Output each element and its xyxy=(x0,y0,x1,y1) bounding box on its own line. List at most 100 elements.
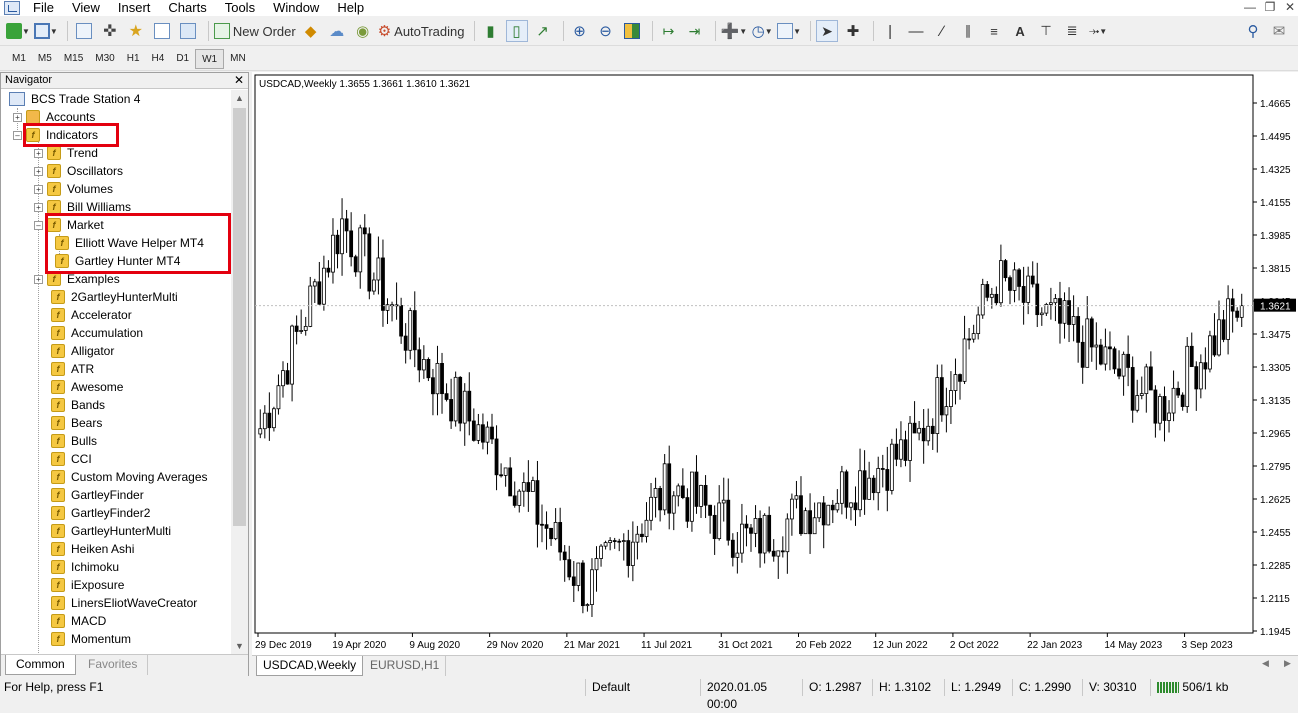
templates-icon[interactable]: ▼ xyxy=(777,20,801,42)
tree-indicator-item[interactable]: f GartleyHunterMulti xyxy=(51,522,171,540)
navigator-scrollbar[interactable]: ▲ ▼ xyxy=(231,90,248,654)
metaeditor-icon[interactable]: ◆ xyxy=(300,20,322,42)
tile-windows-icon[interactable] xyxy=(621,20,643,42)
new-chart-button[interactable]: ▼ xyxy=(6,20,30,42)
crosshair-icon[interactable]: ✚ xyxy=(842,20,864,42)
timeframe-m1[interactable]: M1 xyxy=(6,49,32,69)
menu-help[interactable]: Help xyxy=(330,1,375,15)
autotrading-button[interactable]: ⚙ AutoTrading xyxy=(378,20,465,42)
tab-common[interactable]: Common xyxy=(5,655,76,675)
tree-folder-1[interactable]: + f Oscillators xyxy=(34,162,123,180)
tabs-scroll-right-icon[interactable]: ▶ xyxy=(1284,658,1291,669)
cursor-icon[interactable]: ➤ xyxy=(816,20,839,42)
chart-shift-icon[interactable]: ↦ xyxy=(658,20,680,42)
zoom-in-icon[interactable]: ⊕ xyxy=(569,20,591,42)
fibonacci-icon[interactable]: ≡ xyxy=(983,20,1005,42)
tree-indicator-item[interactable]: f LinersEliotWaveCreator xyxy=(51,594,197,612)
tree-indicator-item[interactable]: f Custom Moving Averages xyxy=(51,468,208,486)
menu-view[interactable]: View xyxy=(65,1,111,15)
tree-indicator-item[interactable]: f GartleyFinder xyxy=(51,486,144,504)
menu-charts[interactable]: Charts xyxy=(161,1,217,15)
equidistant-channel-icon[interactable]: ∥ xyxy=(957,20,979,42)
tree-indicator-item[interactable]: f Bands xyxy=(51,396,105,414)
timeframe-h4[interactable]: H4 xyxy=(146,49,171,69)
market-icon[interactable]: ◉ xyxy=(352,20,374,42)
tree-indicator-item[interactable]: f Accelerator xyxy=(51,306,132,324)
text-icon[interactable]: A xyxy=(1009,20,1031,42)
fibo-fan-icon[interactable]: ≣ xyxy=(1061,20,1083,42)
tree-indicator-item[interactable]: f Heiken Ashi xyxy=(51,540,134,558)
profiles-button[interactable]: ▼ xyxy=(33,20,58,42)
tree-indicator-item[interactable]: f ATR xyxy=(51,360,94,378)
tree-indicator-item[interactable]: f Ichimoku xyxy=(51,558,119,576)
tree-folder-2[interactable]: + f Volumes xyxy=(34,180,113,198)
indicators-icon[interactable]: ➕ ▼ xyxy=(721,20,748,42)
expand-icon[interactable]: + xyxy=(34,184,43,194)
price-chart[interactable]: 1.4665 1.4495 1.4325 1.4155 1.3985 1.3815 1.36… xyxy=(252,72,1298,655)
tree-indicator-item[interactable]: f Accumulation xyxy=(51,324,143,342)
timeframe-mn[interactable]: MN xyxy=(224,49,252,69)
chat-icon[interactable]: ✉ xyxy=(1268,20,1290,42)
bar-chart-icon[interactable]: ▮ xyxy=(480,20,502,42)
data-window-icon[interactable]: ✜ xyxy=(99,20,121,42)
navigator-close-icon[interactable]: ✕ xyxy=(234,73,244,88)
vertical-line-icon[interactable]: | xyxy=(879,20,901,42)
expand-icon[interactable]: + xyxy=(34,274,43,284)
tester-icon[interactable] xyxy=(177,20,199,42)
tab-favorites[interactable]: Favorites xyxy=(78,655,149,675)
timeframe-m15[interactable]: M15 xyxy=(58,49,89,69)
scroll-down-icon[interactable]: ▼ xyxy=(231,638,248,654)
chart-window[interactable]: 1.4665 1.4495 1.4325 1.4155 1.3985 1.3815 1.36… xyxy=(252,72,1298,655)
menu-tools[interactable]: Tools xyxy=(218,1,266,15)
autoscroll-icon[interactable]: ⇥ xyxy=(684,20,706,42)
horizontal-line-icon[interactable]: — xyxy=(905,20,927,42)
zoom-out-icon[interactable]: ⊖ xyxy=(595,20,617,42)
tree-indicator-item[interactable]: f Bears xyxy=(51,414,102,432)
collapse-icon[interactable]: – xyxy=(13,130,22,140)
tree-indicator-item[interactable]: f CCI xyxy=(51,450,92,468)
scroll-thumb[interactable] xyxy=(233,108,246,526)
timeframe-h1[interactable]: H1 xyxy=(121,49,146,69)
new-order-button[interactable]: New Order xyxy=(213,20,296,42)
timeframe-m30[interactable]: M30 xyxy=(89,49,120,69)
collapse-icon[interactable]: – xyxy=(34,220,43,230)
expand-icon[interactable]: + xyxy=(34,148,43,158)
tree-indicator-item[interactable]: f Bulls xyxy=(51,432,97,450)
timeframe-w1[interactable]: W1 xyxy=(195,48,225,69)
tab-usdcad-weekly[interactable]: USDCAD,Weekly xyxy=(256,656,364,676)
search-icon[interactable]: ⚲ xyxy=(1242,20,1264,42)
expand-icon[interactable]: + xyxy=(34,202,43,212)
timeframe-d1[interactable]: D1 xyxy=(170,49,195,69)
periods-icon[interactable]: ◷ ▼ xyxy=(751,20,773,42)
expand-icon[interactable]: + xyxy=(13,112,22,122)
menu-window[interactable]: Window xyxy=(266,1,330,15)
tree-indicator-item[interactable]: f iExposure xyxy=(51,576,124,594)
candle-body xyxy=(912,422,917,434)
expand-icon[interactable]: + xyxy=(34,166,43,176)
text-label-icon[interactable]: ⊤ xyxy=(1035,20,1057,42)
y-tick-label: 1.4495 xyxy=(1260,132,1291,143)
tree-root[interactable]: BCS Trade Station 4 xyxy=(9,90,140,108)
line-chart-icon[interactable]: ↗ xyxy=(532,20,554,42)
navigator-icon[interactable]: ★ xyxy=(125,20,147,42)
tree-indicator-item[interactable]: f MACD xyxy=(51,612,106,630)
tree-indicator-item[interactable]: f Momentum xyxy=(51,630,131,648)
menu-insert[interactable]: Insert xyxy=(111,1,162,15)
scroll-up-icon[interactable]: ▲ xyxy=(231,90,248,106)
terminal-icon[interactable] xyxy=(151,20,173,42)
tab-eurusd-h1[interactable]: EURUSD,H1 xyxy=(364,656,447,676)
trendline-icon[interactable]: ∕ xyxy=(931,20,953,42)
signals-icon[interactable]: ☁ xyxy=(326,20,348,42)
tree-indicator-item[interactable]: f GartleyFinder2 xyxy=(51,504,150,522)
candlestick-icon[interactable]: ▯ xyxy=(505,20,528,42)
indicator-icon: f xyxy=(51,470,65,484)
tabs-scroll-left-icon[interactable]: ◀ xyxy=(1262,658,1269,669)
close-window-icon[interactable]: ✕ xyxy=(1278,0,1298,16)
menu-file[interactable]: File xyxy=(26,1,65,15)
market-watch-icon[interactable] xyxy=(73,20,95,42)
tree-indicator-item[interactable]: f Awesome xyxy=(51,378,123,396)
tree-indicator-item[interactable]: f 2GartleyHunterMulti xyxy=(51,288,178,306)
timeframe-m5[interactable]: M5 xyxy=(32,49,58,69)
tree-indicator-item[interactable]: f Alligator xyxy=(51,342,114,360)
arrows-icon[interactable]: ⤞ ▼ xyxy=(1087,20,1109,42)
